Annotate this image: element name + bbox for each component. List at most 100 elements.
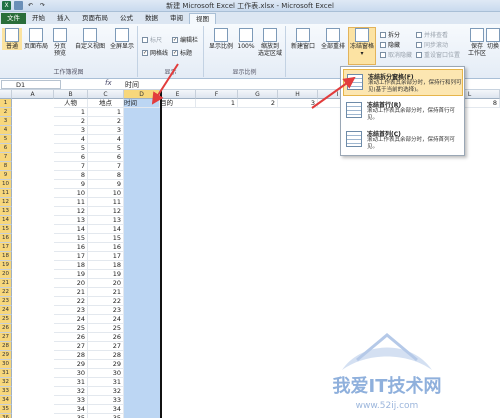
- row-header[interactable]: 14: [0, 216, 12, 225]
- row-header[interactable]: 20: [0, 270, 12, 279]
- data-cell[interactable]: 29: [54, 360, 88, 369]
- data-cell[interactable]: 21: [88, 288, 124, 297]
- tab-home[interactable]: 开始: [26, 13, 51, 24]
- zoom-button[interactable]: 显示比例: [206, 28, 236, 50]
- row-header[interactable]: 8: [0, 162, 12, 171]
- data-cell[interactable]: 17: [88, 252, 124, 261]
- data-cell[interactable]: 3: [88, 126, 124, 135]
- headings-checkbox[interactable]: ✓ 标题: [172, 48, 192, 57]
- zoom-100-button[interactable]: 100%: [236, 28, 256, 50]
- data-cell[interactable]: 25: [54, 324, 88, 333]
- data-cell[interactable]: 33: [88, 396, 124, 405]
- data-cell[interactable]: 5: [54, 144, 88, 153]
- data-cell[interactable]: 16: [88, 243, 124, 252]
- data-cell[interactable]: 27: [88, 342, 124, 351]
- data-cell[interactable]: 5: [88, 144, 124, 153]
- data-cell[interactable]: 32: [88, 387, 124, 396]
- data-cell[interactable]: 3: [54, 126, 88, 135]
- data-cell[interactable]: 9: [54, 180, 88, 189]
- data-cell[interactable]: 19: [88, 270, 124, 279]
- row-header[interactable]: 2: [0, 108, 12, 117]
- row-header[interactable]: 32: [0, 378, 12, 387]
- tab-page-layout[interactable]: 页面布局: [76, 13, 114, 24]
- column-header-c[interactable]: C: [88, 90, 124, 99]
- hide-button[interactable]: 隐藏: [380, 40, 400, 49]
- tab-insert[interactable]: 插入: [51, 13, 76, 24]
- data-cell[interactable]: 17: [54, 252, 88, 261]
- row-header[interactable]: 1: [0, 99, 12, 108]
- data-cell[interactable]: 33: [54, 396, 88, 405]
- data-cell[interactable]: 15: [88, 234, 124, 243]
- row-header[interactable]: 26: [0, 324, 12, 333]
- menu-item-freeze-top-row[interactable]: 冻结首行(R) 滚动工作表其余部分时，保持首行可见。: [343, 98, 463, 125]
- data-cell[interactable]: 24: [88, 315, 124, 324]
- side-by-side-button[interactable]: 并排查看: [416, 30, 448, 39]
- column-header-h[interactable]: H: [278, 90, 318, 99]
- header-cell-number[interactable]: 2: [238, 99, 278, 108]
- data-cell[interactable]: 35: [88, 414, 124, 418]
- data-cell[interactable]: 23: [54, 306, 88, 315]
- header-cell-number[interactable]: 1: [196, 99, 238, 108]
- data-cell[interactable]: 13: [88, 216, 124, 225]
- tab-view[interactable]: 视图: [189, 13, 216, 24]
- data-cell[interactable]: 26: [54, 333, 88, 342]
- data-cell[interactable]: 7: [54, 162, 88, 171]
- column-header-e[interactable]: E: [160, 90, 196, 99]
- full-screen-button[interactable]: 全屏显示: [108, 28, 136, 50]
- data-cell[interactable]: 12: [88, 207, 124, 216]
- row-header[interactable]: 9: [0, 171, 12, 180]
- row-header[interactable]: 6: [0, 144, 12, 153]
- data-cell[interactable]: 2: [54, 117, 88, 126]
- row-header[interactable]: 7: [0, 153, 12, 162]
- data-cell[interactable]: 28: [88, 351, 124, 360]
- data-cell[interactable]: 30: [54, 369, 88, 378]
- page-layout-view-button[interactable]: 页面布局: [24, 28, 48, 50]
- data-cell[interactable]: 12: [54, 207, 88, 216]
- row-header[interactable]: 10: [0, 180, 12, 189]
- zoom-to-selection-button[interactable]: 缩放到 选定区域: [256, 28, 284, 57]
- row-header[interactable]: 29: [0, 351, 12, 360]
- data-cell[interactable]: 31: [54, 378, 88, 387]
- data-cell[interactable]: 22: [54, 297, 88, 306]
- header-cell-purpose[interactable]: 目的: [160, 99, 196, 108]
- sync-scroll-button[interactable]: 同步滚动: [416, 40, 448, 49]
- header-cell-time[interactable]: 时间: [124, 99, 160, 108]
- save-workspace-button[interactable]: 保存 工作区: [468, 28, 486, 57]
- row-header[interactable]: 16: [0, 234, 12, 243]
- row-header[interactable]: 35: [0, 405, 12, 414]
- row-header[interactable]: 17: [0, 243, 12, 252]
- row-header[interactable]: 22: [0, 288, 12, 297]
- data-cell[interactable]: 35: [54, 414, 88, 418]
- data-cell[interactable]: 14: [88, 225, 124, 234]
- data-cell[interactable]: 22: [88, 297, 124, 306]
- header-cell-people[interactable]: 人物: [54, 99, 88, 108]
- page-break-preview-button[interactable]: 分页 预览: [50, 28, 70, 57]
- data-cell[interactable]: 7: [88, 162, 124, 171]
- data-cell[interactable]: 19: [54, 270, 88, 279]
- formula-bar-checkbox[interactable]: ✓ 编辑栏: [172, 35, 198, 44]
- row-header[interactable]: 3: [0, 117, 12, 126]
- formula-input[interactable]: 时间: [125, 80, 139, 90]
- column-header-f[interactable]: F: [196, 90, 238, 99]
- data-cell[interactable]: 34: [88, 405, 124, 414]
- switch-windows-button[interactable]: 切换: [486, 28, 500, 50]
- data-cell[interactable]: 34: [54, 405, 88, 414]
- header-cell-place[interactable]: 地点: [88, 99, 124, 108]
- data-cell[interactable]: 18: [54, 261, 88, 270]
- row-header[interactable]: 23: [0, 297, 12, 306]
- data-cell[interactable]: 8: [54, 171, 88, 180]
- data-cell[interactable]: 26: [88, 333, 124, 342]
- reset-window-button[interactable]: 重设窗口位置: [416, 50, 460, 59]
- column-header-a[interactable]: A: [12, 90, 54, 99]
- column-header-d[interactable]: D: [124, 90, 160, 99]
- data-cell[interactable]: 20: [54, 279, 88, 288]
- data-cell[interactable]: 10: [88, 189, 124, 198]
- tab-formulas[interactable]: 公式: [114, 13, 139, 24]
- column-header-g[interactable]: G: [238, 90, 278, 99]
- data-cell[interactable]: 25: [88, 324, 124, 333]
- data-cell[interactable]: 4: [88, 135, 124, 144]
- column-header-b[interactable]: B: [54, 90, 88, 99]
- data-cell[interactable]: 8: [88, 171, 124, 180]
- row-header[interactable]: 28: [0, 342, 12, 351]
- data-cell[interactable]: 2: [88, 117, 124, 126]
